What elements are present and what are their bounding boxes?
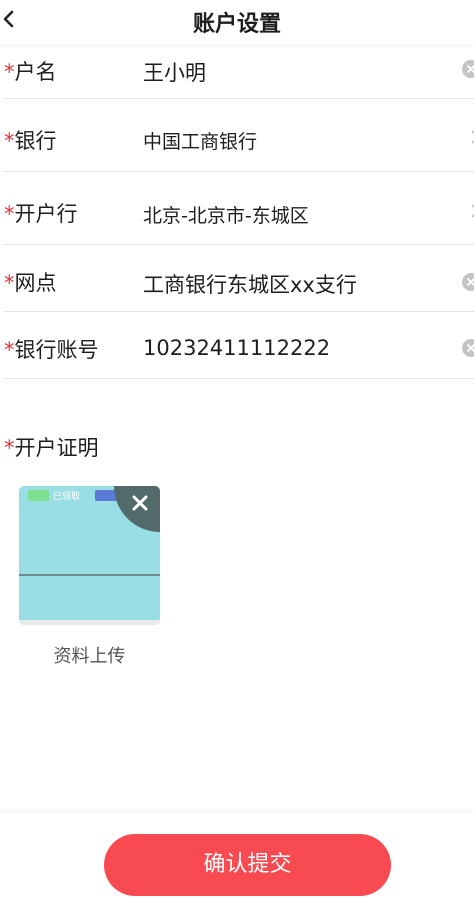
thumbnail-divider: [19, 574, 160, 576]
account-name-label: 户名: [14, 60, 57, 84]
required-mark: *: [4, 338, 15, 362]
required-mark: *: [4, 202, 15, 226]
close-icon: [132, 495, 148, 511]
clear-icon[interactable]: [462, 339, 474, 357]
footer-bar: 确认提交: [0, 813, 474, 911]
form-row-outlet[interactable]: *网点 工商银行东城区xx支行: [4, 245, 474, 312]
outlet-input[interactable]: 工商银行东城区xx支行: [143, 269, 357, 299]
bank-label: 银行: [14, 129, 57, 153]
region-select[interactable]: 北京-北京市-东城区: [143, 201, 309, 228]
page-title: 账户设置: [192, 12, 281, 37]
account-proof-label-text: 开户证明: [14, 436, 99, 460]
required-mark: *: [4, 271, 15, 295]
upload-caption: 资料上传: [53, 646, 126, 667]
form-row-account-name[interactable]: *户名 王小明: [4, 44, 474, 99]
clear-icon[interactable]: [462, 273, 474, 291]
thumbnail-badge-text: 已领取: [53, 492, 81, 502]
thumbnail-decoration: [28, 490, 49, 501]
form-row-branch-bank[interactable]: *开户行 北京-北京市-东城区: [4, 172, 474, 245]
field-label: *户名: [4, 56, 57, 86]
thumbnail-footer: [19, 620, 160, 625]
branch-bank-label: 开户行: [14, 202, 78, 226]
clear-icon[interactable]: [462, 60, 474, 78]
field-label: *开户行: [4, 198, 78, 228]
header: 账户设置: [0, 0, 474, 44]
form-row-account-number[interactable]: *银行账号 10232411112222: [4, 312, 474, 379]
account-name-input[interactable]: 王小明: [143, 57, 206, 87]
account-number-label: 银行账号: [14, 338, 99, 362]
field-label: *银行账号: [4, 334, 99, 364]
outlet-label: 网点: [14, 271, 57, 295]
bank-select[interactable]: 中国工商银行: [143, 127, 257, 154]
account-number-input[interactable]: 10232411112222: [143, 336, 330, 360]
submit-button[interactable]: 确认提交: [104, 834, 391, 896]
form-row-bank[interactable]: *银行 中国工商银行: [4, 99, 474, 172]
required-mark: *: [4, 60, 15, 84]
field-label: *银行: [4, 125, 57, 155]
field-label: *网点: [4, 267, 57, 297]
required-mark: *: [4, 129, 15, 153]
account-proof-label: *开户证明: [4, 432, 99, 462]
required-mark: *: [4, 436, 15, 460]
